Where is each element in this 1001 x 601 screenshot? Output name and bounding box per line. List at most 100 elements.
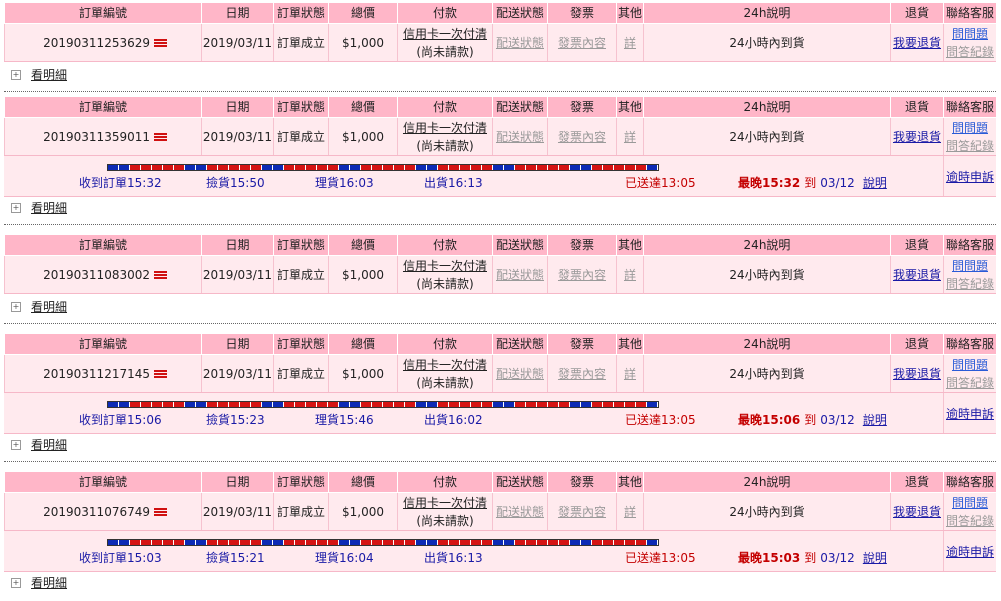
detail-toggle[interactable]: + 看明細 <box>11 574 67 591</box>
order-total: $1,000 <box>328 118 397 155</box>
invoice-link[interactable]: 發票內容 <box>558 128 606 146</box>
explain-link[interactable]: 說明 <box>863 551 887 565</box>
progress-segment <box>119 540 129 545</box>
progress-segment <box>438 402 448 407</box>
stage-picked: 撿貨15:50 <box>206 174 265 191</box>
progress-segment <box>460 540 470 545</box>
progress-segment <box>383 540 393 545</box>
return-button[interactable]: 我要退貨 <box>893 365 941 383</box>
header-delivery: 配送狀態 <box>492 3 547 23</box>
expand-icon[interactable]: + <box>11 301 21 312</box>
stage-delivered: 已送達13:05 <box>625 549 696 566</box>
payment-method-link[interactable]: 信用卡一次付清 <box>403 494 487 512</box>
qa-history-link[interactable]: 問答紀錄 <box>946 374 994 392</box>
to-word: 到 <box>804 551 817 565</box>
payment-method-link[interactable]: 信用卡一次付清 <box>403 25 487 43</box>
detail-toggle[interactable]: + 看明細 <box>11 199 67 216</box>
other-detail-link[interactable]: 詳 <box>624 34 636 52</box>
service-cell: 問問題 問答紀錄 <box>943 355 996 392</box>
explain-link[interactable]: 說明 <box>863 413 887 427</box>
header-other: 其他 <box>616 235 643 255</box>
late-appeal-link[interactable]: 逾時申訴 <box>946 405 994 422</box>
delivery-status-link[interactable]: 配送狀態 <box>496 128 544 146</box>
detail-toggle[interactable]: + 看明細 <box>11 298 67 315</box>
payment-cell: 信用卡一次付清 (尚未請款) <box>397 256 492 293</box>
order-total: $1,000 <box>328 355 397 392</box>
table-header-row: 訂單編號 日期 訂單狀態 總價 付款 配送狀態 發票 其他 24h說明 退貨 聯絡客服 <box>4 97 996 117</box>
qa-history-link[interactable]: 問答紀錄 <box>946 43 994 61</box>
detail-toggle[interactable]: + 看明細 <box>11 436 67 453</box>
return-button[interactable]: 我要退貨 <box>893 34 941 52</box>
progress-segment <box>427 540 437 545</box>
expand-icon[interactable]: + <box>11 439 21 450</box>
ask-question-link[interactable]: 問問題 <box>952 257 988 275</box>
stage-sorted-label: 理貨 <box>315 176 340 190</box>
view-detail-link[interactable]: 看明細 <box>31 298 67 315</box>
return-button[interactable]: 我要退貨 <box>893 503 941 521</box>
qa-history-link[interactable]: 問答紀錄 <box>946 275 994 293</box>
other-detail-link[interactable]: 詳 <box>624 365 636 383</box>
explain-link[interactable]: 說明 <box>863 176 887 190</box>
qa-history-link[interactable]: 問答紀錄 <box>946 512 994 530</box>
other-detail-link[interactable]: 詳 <box>624 266 636 284</box>
other-cell: 詳 <box>616 256 643 293</box>
invoice-link[interactable]: 發票內容 <box>558 266 606 284</box>
progress-segment <box>482 402 492 407</box>
header-delivery: 配送狀態 <box>492 235 547 255</box>
progress-segment <box>460 165 470 170</box>
progress-segment <box>207 540 217 545</box>
progress-segment <box>295 540 305 545</box>
latest-delivery: 最晚15:32 到 03/12 說明 <box>738 174 887 191</box>
ask-question-link[interactable]: 問問題 <box>952 25 988 43</box>
progress-segment <box>284 165 294 170</box>
header-order-no: 訂單編號 <box>4 97 201 117</box>
header-invoice: 發票 <box>547 3 616 23</box>
ask-question-link[interactable]: 問問題 <box>952 494 988 512</box>
other-detail-link[interactable]: 詳 <box>624 503 636 521</box>
view-detail-link[interactable]: 看明細 <box>31 436 67 453</box>
delivery-status-link[interactable]: 配送狀態 <box>496 503 544 521</box>
progress-segment <box>196 402 206 407</box>
other-detail-link[interactable]: 詳 <box>624 128 636 146</box>
view-detail-link[interactable]: 看明細 <box>31 66 67 83</box>
late-appeal-link[interactable]: 逾時申訴 <box>946 168 994 185</box>
payment-method-link[interactable]: 信用卡一次付清 <box>403 119 487 137</box>
qa-history-link[interactable]: 問答紀錄 <box>946 137 994 155</box>
view-detail-link[interactable]: 看明細 <box>31 199 67 216</box>
ask-question-link[interactable]: 問問題 <box>952 356 988 374</box>
delivery-status-link[interactable]: 配送狀態 <box>496 266 544 284</box>
expand-icon[interactable]: + <box>11 202 21 213</box>
progress-segment <box>625 165 635 170</box>
invoice-link[interactable]: 發票內容 <box>558 365 606 383</box>
late-appeal-link[interactable]: 逾時申訴 <box>946 543 994 560</box>
header-delivery: 配送狀態 <box>492 97 547 117</box>
progress-segment <box>405 540 415 545</box>
progress-segment <box>141 540 151 545</box>
expand-icon[interactable]: + <box>11 577 21 588</box>
order-number-cell: 20190311359011 <box>4 118 201 155</box>
return-button[interactable]: 我要退貨 <box>893 128 941 146</box>
progress-segment <box>548 165 558 170</box>
ask-question-link[interactable]: 問問題 <box>952 119 988 137</box>
header-other: 其他 <box>616 3 643 23</box>
latest-prefix: 最晚 <box>738 413 763 427</box>
invoice-link[interactable]: 發票內容 <box>558 503 606 521</box>
header-service: 聯絡客服 <box>943 334 996 354</box>
payment-method-link[interactable]: 信用卡一次付清 <box>403 257 487 275</box>
tracking-row: 收到訂單15:03 撿貨15:21 理貨16:04 出貨16:13 已送達13:05 最晚… <box>4 531 996 572</box>
delivery-status-link[interactable]: 配送狀態 <box>496 365 544 383</box>
progress-segment <box>449 165 459 170</box>
invoice-link[interactable]: 發票內容 <box>558 34 606 52</box>
latest-prefix: 最晚 <box>738 551 763 565</box>
order-date: 2019/03/11 <box>201 256 273 293</box>
return-button[interactable]: 我要退貨 <box>893 266 941 284</box>
view-detail-link[interactable]: 看明細 <box>31 574 67 591</box>
detail-toggle[interactable]: + 看明細 <box>11 66 67 83</box>
stage-sorted: 理貨15:46 <box>315 411 374 428</box>
progress-segment <box>372 540 382 545</box>
payment-method-link[interactable]: 信用卡一次付清 <box>403 356 487 374</box>
header-payment: 付款 <box>397 334 492 354</box>
expand-icon[interactable]: + <box>11 69 21 80</box>
delivery-status-link[interactable]: 配送狀態 <box>496 34 544 52</box>
other-cell: 詳 <box>616 118 643 155</box>
